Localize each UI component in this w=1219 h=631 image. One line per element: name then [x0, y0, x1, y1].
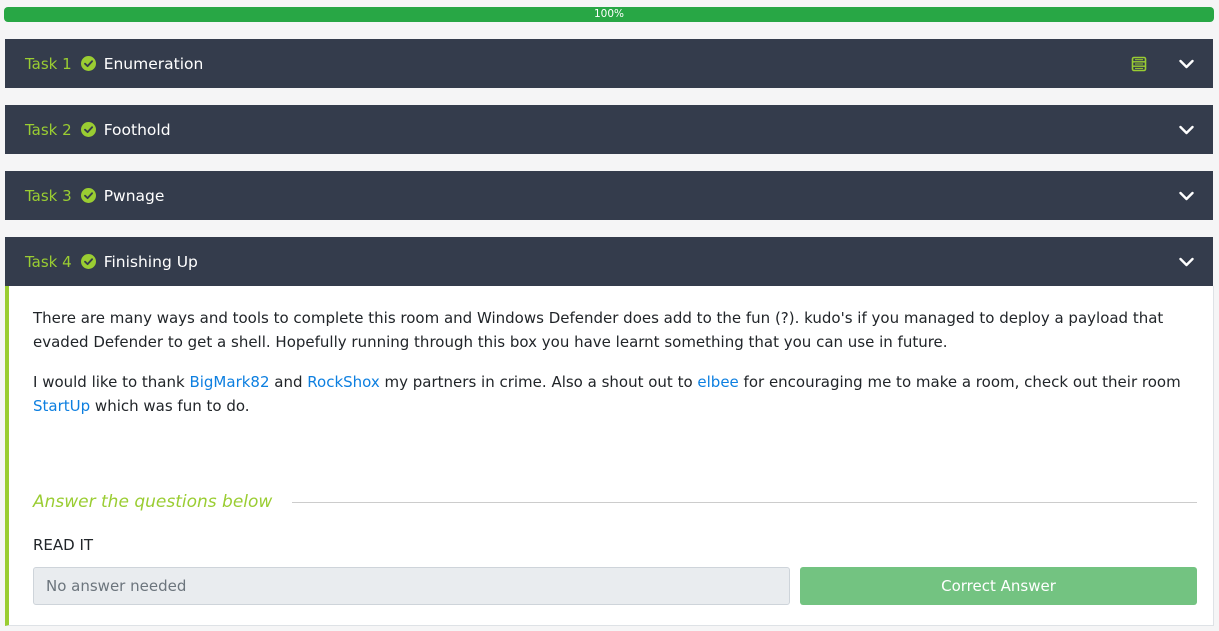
correct-answer-button[interactable]: Correct Answer — [800, 567, 1197, 605]
question-text: READ IT — [33, 536, 94, 554]
task-header-1[interactable]: Task 1 Enumeration — [5, 39, 1213, 88]
task-number: Task 3 — [25, 186, 72, 205]
task-header-2[interactable]: Task 2 Foothold — [5, 105, 1213, 154]
task-title: Foothold — [103, 120, 171, 139]
check-circle-icon — [80, 254, 96, 269]
paragraph-text: which was fun to do. — [90, 397, 250, 415]
answer-input[interactable] — [33, 567, 790, 605]
check-circle-icon — [80, 122, 96, 137]
link-rockshox[interactable]: RockShox — [307, 373, 379, 391]
check-circle-icon — [80, 188, 96, 203]
task-paragraph-1: There are many ways and tools to complet… — [33, 309, 1164, 351]
task-4-content: There are many ways and tools to complet… — [5, 286, 1214, 626]
paragraph-text: my partners in crime. Also a shout out t… — [379, 373, 698, 391]
task-number: Task 4 — [25, 252, 72, 271]
task-number: Task 2 — [25, 120, 72, 139]
task-title: Enumeration — [103, 54, 204, 73]
paragraph-text: and — [269, 373, 308, 391]
progress-bar: 100% — [4, 7, 1214, 22]
task-title: Finishing Up — [103, 252, 198, 271]
chevron-down-icon[interactable] — [1178, 55, 1195, 72]
link-startup[interactable]: StartUp — [33, 397, 90, 415]
task-paragraph-2: I would like to thank BigMark82 and Rock… — [33, 370, 1203, 418]
check-circle-icon — [80, 56, 96, 71]
answers-heading: Answer the questions below — [33, 492, 273, 512]
link-elbee[interactable]: elbee — [697, 373, 738, 391]
link-bigmark82[interactable]: BigMark82 — [189, 373, 269, 391]
paragraph-text: I would like to thank — [33, 373, 190, 391]
notes-icon[interactable] — [1130, 55, 1147, 72]
task-header-4[interactable]: Task 4 Finishing Up — [5, 237, 1213, 286]
task-title: Pwnage — [103, 186, 165, 205]
divider — [292, 502, 1197, 503]
progress-label: 100% — [593, 8, 625, 20]
chevron-down-icon[interactable] — [1178, 187, 1195, 204]
task-header-3[interactable]: Task 3 Pwnage — [5, 171, 1213, 220]
chevron-down-icon[interactable] — [1178, 253, 1195, 270]
paragraph-text: for encouraging me to make a room, check… — [738, 373, 1181, 391]
task-number: Task 1 — [25, 54, 72, 73]
chevron-down-icon[interactable] — [1178, 121, 1195, 138]
